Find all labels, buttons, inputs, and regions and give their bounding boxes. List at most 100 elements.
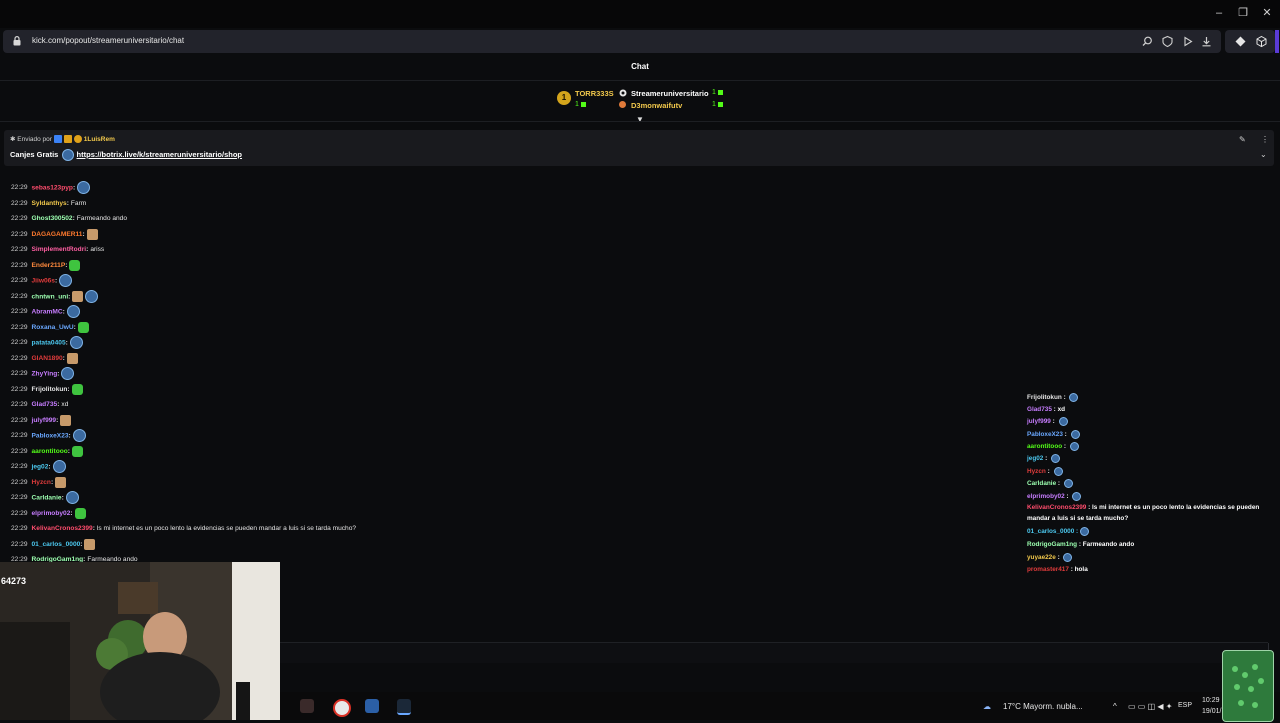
close-icon[interactable]: ✕ [1260,6,1274,20]
chat-message: 22:29 Frijolitokun: [11,383,83,397]
message-separator: : [62,355,65,362]
message-username[interactable]: aarontitooo [32,448,68,455]
message-username[interactable]: patata0405 [32,339,66,346]
message-separator: : [68,432,71,440]
message-username[interactable]: ZhyYing [32,370,58,377]
explorer-icon[interactable] [365,699,379,713]
restore-icon[interactable]: ❐ [1236,6,1250,20]
overlay-username: Glad735 [1027,406,1052,413]
message-username[interactable]: 01_carlos_0000 [32,541,81,548]
play-icon[interactable] [1181,35,1194,48]
overlay-message: RodrigoGam1ng : Farmeando ando [1027,539,1134,551]
pinned-message: ✱ Enviado por 1LuisRem Canjes Gratis htt… [4,130,1274,166]
url-text: kick.com/popout/streameruniversitario/ch… [32,36,185,45]
emote-icon [72,429,86,442]
message-username[interactable]: chntwn_uni [32,293,69,300]
download-icon[interactable] [1200,35,1213,48]
language-indicator[interactable]: ESP [1178,702,1192,709]
diamond-extension-icon[interactable] [1234,35,1247,48]
tray-icons[interactable]: ▭ ▭ ◫ ◀ ✦ [1128,702,1172,711]
extensions-area [1225,30,1275,53]
weather-text[interactable]: 17°C Mayorm. nubla... [1003,702,1083,711]
message-username[interactable]: Glad735 [32,401,58,408]
top-gifter-name[interactable]: TORR333S [575,89,614,98]
message-username[interactable]: AbramMC [32,308,63,315]
message-username[interactable]: julyf999 [32,417,57,424]
overlay-username: RodrigoGam1ng [1027,541,1078,548]
message-timestamp: 22:29 [11,215,28,222]
emote-icon [85,290,99,303]
message-username[interactable]: SimplementRodri [32,246,87,253]
message-text: Farm [70,200,87,207]
subscriber-badge-icon [619,89,627,97]
message-separator: : [80,541,83,548]
emote-icon [69,259,81,271]
message-username[interactable]: Carldanie [32,494,62,501]
clock-time[interactable]: 10:29 [1202,697,1220,704]
message-username[interactable]: GIAN1890 [32,355,63,362]
chrome-icon[interactable] [333,699,351,717]
overlay-message: Carldanie : [1027,478,1073,490]
pin-icon[interactable]: ✎ [1239,135,1246,144]
message-username[interactable]: jeg02 [32,463,49,470]
search-icon[interactable] [1141,35,1154,48]
message-username[interactable]: Ghost300502 [32,215,73,222]
pinned-sender-line: ✱ Enviado por 1LuisRem [10,135,115,144]
message-username[interactable]: KelivanCronos2399 [32,525,93,532]
message-timestamp: 22:29 [11,510,28,517]
emote-icon [1069,392,1079,402]
steam-icon[interactable] [397,699,411,715]
message-separator: : [57,370,60,378]
address-bar[interactable]: kick.com/popout/streameruniversitario/ch… [3,30,1221,53]
overlay-separator: : [1055,554,1062,561]
message-timestamp: 22:29 [11,541,28,548]
message-separator: : [57,401,60,408]
more-options-icon[interactable]: ⋮ [1261,135,1269,144]
overlay-username: Frijolitokun [1027,394,1062,401]
gift-badge-icon [73,135,82,144]
overlay-username: Carldanie [1027,480,1057,487]
emote-icon [1080,526,1090,536]
emote-icon [71,445,83,457]
expand-leaderboard-icon[interactable]: ▼ [634,116,646,124]
message-separator: : [50,479,54,486]
message-username[interactable]: elprimoby02 [32,510,71,517]
app-icon[interactable] [300,699,314,713]
minimize-icon[interactable]: – [1212,6,1226,20]
message-timestamp: 22:29 [11,246,28,253]
message-timestamp: 22:29 [11,401,28,408]
sub-leader-2[interactable]: D3monwaifutv [631,101,682,110]
sub-leader-1[interactable]: Streameruniversitario [631,89,709,98]
message-separator: : [48,463,51,471]
overlay-message: Hyzcn : [1027,466,1063,478]
shield-icon[interactable] [1161,35,1174,48]
chevron-down-icon[interactable]: ⌄ [1260,150,1267,159]
tray-chevron-icon[interactable]: ^ [1113,702,1117,711]
emote-icon [1070,429,1080,439]
message-text: Farmeando ando [76,215,128,222]
message-username[interactable]: DAGAGAMER11 [32,231,83,238]
chat-input[interactable] [280,643,1269,663]
overlay-message: jeg02 : [1027,453,1061,465]
pinned-sender-name[interactable]: 1LuisRem [84,136,115,143]
message-separator: : [68,293,71,301]
emote-icon [77,181,91,194]
pinned-link[interactable]: https://botrix.live/k/streameruniversita… [77,150,242,159]
chat-message: 22:29 julyf999: [11,414,72,428]
message-username[interactable]: PabloxeX23 [32,432,69,439]
message-username[interactable]: Ender211P [32,262,66,269]
message-username[interactable]: sebas123pyp [32,184,73,191]
overlay-message: yuyae22e : [1027,552,1073,564]
message-username[interactable]: Frijolitokun [32,386,68,393]
message-username[interactable]: Roxana_UwU [32,324,74,331]
message-separator: : [70,510,73,517]
cube-extension-icon[interactable] [1255,35,1268,48]
message-username[interactable]: Jiiw06s [32,277,55,284]
chat-message: 22:29 AbramMC: [11,305,80,319]
webcam-feed [0,562,280,720]
emote-icon [1051,453,1061,463]
message-timestamp: 22:29 [11,231,28,238]
leaderboard: 1 TORR333S 1 Streameruniversitario 1 D3m… [550,86,740,114]
message-username[interactable]: Syldanthys [32,200,67,207]
message-username[interactable]: Hyzcn [32,479,51,486]
